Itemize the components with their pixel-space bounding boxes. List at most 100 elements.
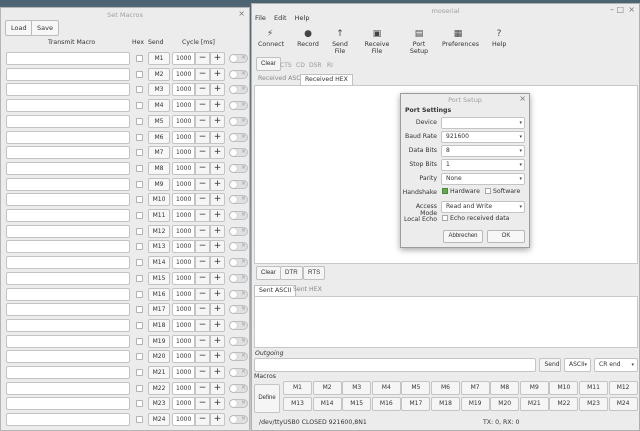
macro-send-button[interactable]: M11 — [148, 209, 170, 222]
hex-checkbox[interactable] — [136, 102, 143, 110]
cycle-toggle-switch[interactable] — [229, 226, 248, 236]
hex-checkbox[interactable] — [136, 337, 143, 345]
cycle-input[interactable]: 1000 — [172, 99, 195, 113]
cycle-increment-button[interactable]: + — [210, 303, 225, 317]
cycle-increment-button[interactable]: + — [210, 177, 225, 191]
ascii-select[interactable]: ASCII ▾ — [564, 358, 591, 372]
cycle-toggle-switch[interactable] — [229, 273, 248, 283]
macro-text-input[interactable] — [6, 271, 130, 285]
send-file-button[interactable]: ↑ Send File — [328, 28, 352, 56]
macro-send-button[interactable]: M21 — [148, 366, 170, 379]
cycle-toggle-switch[interactable] — [229, 336, 248, 346]
cycle-input[interactable]: 1000 — [172, 193, 195, 207]
cycle-increment-button[interactable]: + — [210, 224, 225, 238]
cycle-increment-button[interactable]: + — [210, 366, 225, 379]
macro-send-button[interactable]: M19 — [460, 397, 490, 411]
macro-send-button[interactable]: M5 — [401, 381, 431, 395]
hardware-checkbox[interactable]: Hardware — [442, 188, 480, 195]
hex-checkbox[interactable] — [136, 212, 143, 219]
cycle-decrement-button[interactable]: − — [195, 350, 210, 364]
cycle-increment-button[interactable]: + — [210, 287, 225, 301]
cycle-input[interactable]: 1000 — [172, 177, 195, 191]
macro-send-button[interactable]: M24 — [608, 397, 638, 411]
hex-checkbox[interactable] — [136, 149, 143, 157]
cycle-decrement-button[interactable]: − — [195, 303, 210, 317]
cycle-decrement-button[interactable]: − — [195, 99, 210, 113]
cycle-decrement-button[interactable]: − — [195, 67, 210, 81]
cycle-increment-button[interactable]: + — [210, 397, 225, 411]
macro-send-button[interactable]: M3 — [342, 381, 372, 395]
preferences-button[interactable]: ▦ Preferences — [442, 28, 479, 56]
macro-send-button[interactable]: M4 — [148, 99, 170, 113]
macro-send-button[interactable]: M18 — [148, 318, 170, 332]
menu-help[interactable]: Help — [295, 14, 310, 22]
device-select[interactable]: ▾ — [441, 117, 525, 129]
hex-checkbox[interactable] — [136, 259, 143, 267]
cycle-input[interactable]: 1000 — [172, 350, 195, 364]
cycle-decrement-button[interactable]: − — [195, 193, 210, 207]
clear-received-button[interactable]: Clear — [256, 57, 281, 71]
cycle-toggle-switch[interactable] — [229, 383, 248, 393]
cycle-increment-button[interactable]: + — [210, 240, 225, 254]
cycle-toggle-switch[interactable] — [229, 368, 248, 377]
cycle-toggle-switch[interactable] — [229, 305, 248, 315]
cycle-input[interactable]: 1000 — [172, 318, 195, 332]
macro-text-input[interactable] — [6, 52, 130, 65]
macro-send-button[interactable]: M2 — [148, 67, 170, 81]
macro-send-button[interactable]: M15 — [148, 271, 170, 285]
cycle-toggle-switch[interactable] — [229, 116, 248, 126]
macro-text-input[interactable] — [6, 177, 130, 191]
cycle-decrement-button[interactable]: − — [195, 318, 210, 332]
macro-send-button[interactable]: M6 — [431, 381, 460, 395]
hex-checkbox[interactable] — [136, 55, 143, 62]
cycle-increment-button[interactable]: + — [210, 114, 225, 128]
macro-send-button[interactable]: M23 — [148, 397, 170, 411]
port-setup-button[interactable]: ▤ Port Setup — [405, 28, 433, 56]
access-mode-select[interactable]: Read and Write ▾ — [441, 201, 525, 213]
hex-checkbox[interactable] — [136, 384, 143, 392]
close-icon[interactable]: × — [519, 94, 526, 103]
hex-checkbox[interactable] — [136, 86, 143, 94]
rts-button[interactable]: RTS — [303, 266, 326, 280]
macro-send-button[interactable]: M16 — [371, 397, 401, 411]
cycle-increment-button[interactable]: + — [210, 350, 225, 364]
cycle-toggle-switch[interactable] — [229, 289, 248, 299]
cycle-decrement-button[interactable]: − — [195, 83, 210, 97]
maximize-icon[interactable]: □ — [616, 5, 624, 14]
cycle-toggle-switch[interactable] — [229, 352, 248, 362]
cycle-decrement-button[interactable]: − — [195, 130, 210, 144]
cycle-decrement-button[interactable]: − — [195, 256, 210, 270]
baud-rate-select[interactable]: 921600 ▾ — [441, 131, 525, 143]
cycle-input[interactable]: 1000 — [172, 209, 195, 222]
line-end-select[interactable]: CR end ▾ — [594, 358, 638, 372]
macro-text-input[interactable] — [6, 240, 130, 254]
macro-send-button[interactable]: M12 — [608, 381, 638, 395]
cycle-increment-button[interactable]: + — [210, 318, 225, 332]
hex-checkbox[interactable] — [136, 117, 143, 125]
cycle-input[interactable]: 1000 — [172, 146, 195, 160]
macro-send-button[interactable]: M4 — [371, 381, 401, 395]
cycle-toggle-switch[interactable] — [229, 415, 248, 425]
cycle-decrement-button[interactable]: − — [195, 177, 210, 191]
clear-sent-button[interactable]: Clear — [256, 266, 281, 280]
macro-text-input[interactable] — [6, 130, 130, 144]
menu-file[interactable]: File — [255, 14, 266, 22]
cycle-decrement-button[interactable]: − — [195, 271, 210, 285]
macro-send-button[interactable]: M20 — [490, 397, 520, 411]
hex-checkbox[interactable] — [136, 243, 143, 251]
cycle-decrement-button[interactable]: − — [195, 366, 210, 379]
hex-checkbox[interactable] — [136, 369, 143, 376]
record-button[interactable]: ● Record — [297, 28, 319, 56]
macro-send-button[interactable]: M8 — [490, 381, 520, 395]
cycle-input[interactable]: 1000 — [172, 303, 195, 317]
macro-send-button[interactable]: M3 — [148, 83, 170, 97]
cycle-increment-button[interactable]: + — [210, 193, 225, 207]
cycle-toggle-switch[interactable] — [229, 399, 248, 409]
cycle-toggle-switch[interactable] — [229, 69, 248, 79]
hex-checkbox[interactable] — [136, 416, 143, 424]
hex-checkbox[interactable] — [136, 353, 143, 361]
ok-button[interactable]: OK — [487, 230, 525, 243]
cycle-input[interactable]: 1000 — [172, 130, 195, 144]
cycle-toggle-switch[interactable] — [229, 148, 248, 158]
macro-send-button[interactable]: M1 — [148, 52, 170, 65]
